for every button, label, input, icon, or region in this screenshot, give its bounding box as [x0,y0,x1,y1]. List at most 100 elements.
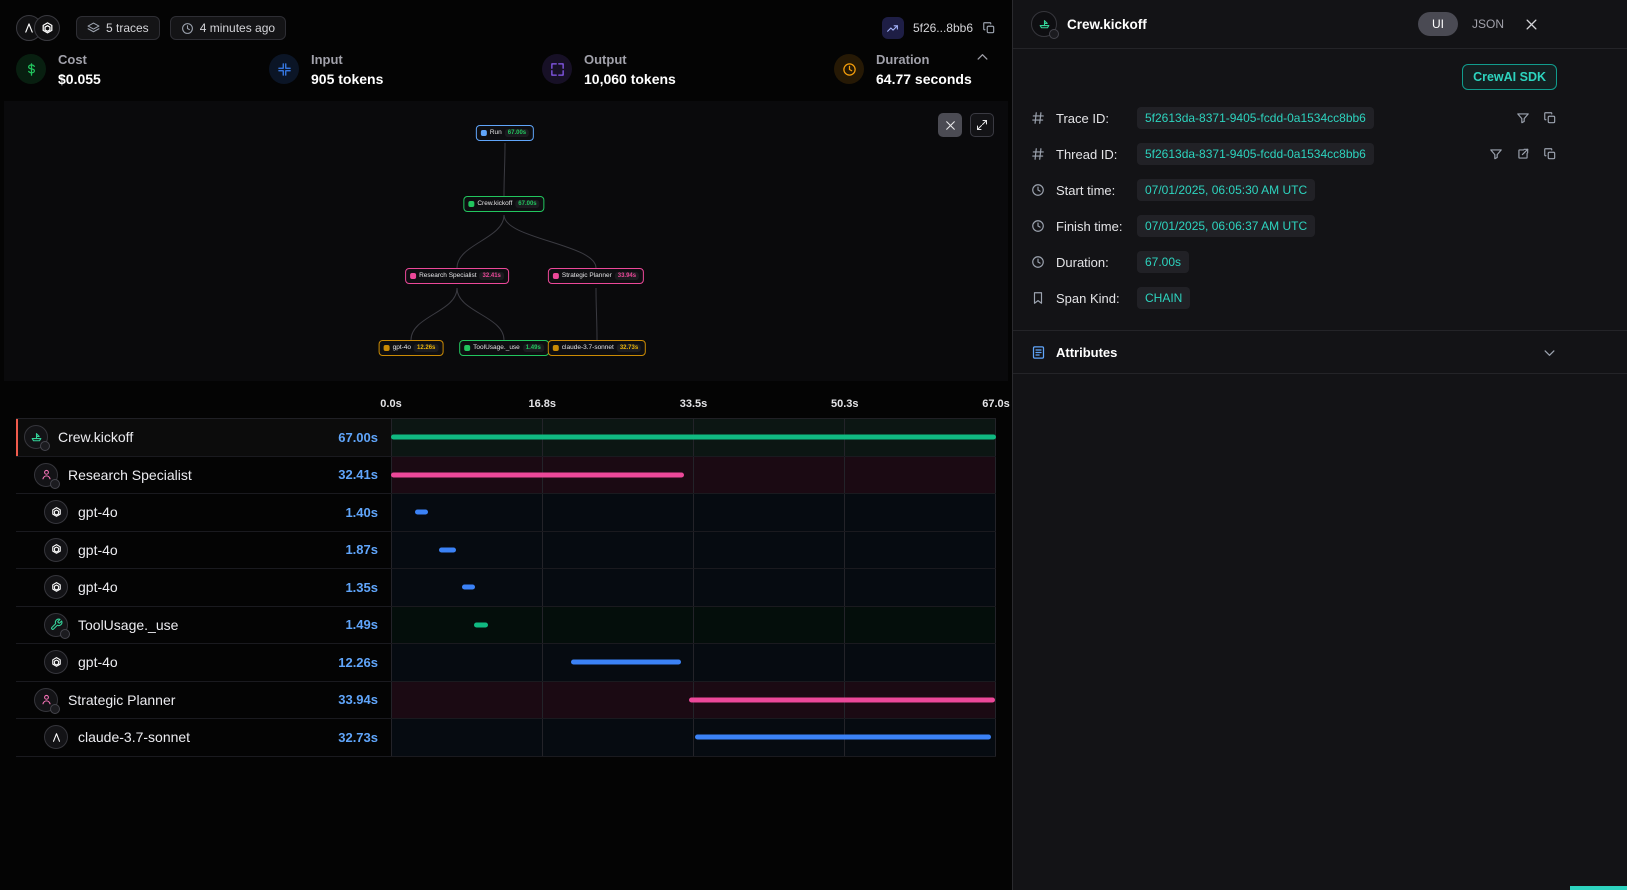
graph-node-claude[interactable]: claude-3.7-sonnet32.73s [548,340,646,356]
external-icon[interactable] [1516,147,1530,161]
copy-icon[interactable] [1543,147,1557,161]
field-value: 07/01/2025, 06:05:30 AM UTC [1137,179,1315,201]
sdk-badge-dot [60,629,70,639]
field-span-kind: Span Kind:CHAIN [1031,280,1557,316]
waterfall-row-gpt-4o[interactable]: gpt-4o1.87s [16,532,996,570]
clock-icon [834,54,864,84]
crew-icon [1031,11,1057,37]
span-bar [391,472,684,477]
tab-json[interactable]: JSON [1472,17,1504,31]
tab-ui[interactable]: UI [1418,12,1458,36]
waterfall-row-research-specialist[interactable]: Research Specialist32.41s [16,457,996,495]
stat-label: Input [311,52,383,67]
stats-row: Cost $0.055 Input905 tokensOutput10,060 to… [0,48,1012,101]
stat-input: Input905 tokens [269,52,542,87]
stat-value: $0.055 [58,71,101,87]
node-duration: 32.73s [617,344,641,352]
axis-tick: 16.8s [528,398,556,410]
detail-header: Crew.kickoff UI JSON [1013,0,1627,48]
field-actions [1489,147,1557,161]
span-duration: 32.73s [338,730,391,745]
stat-label: Cost [58,52,101,67]
filter-icon[interactable] [1516,111,1530,125]
timeline-track [391,644,996,681]
span-label-cell: Research Specialist32.41s [16,463,391,487]
graph-node-tool[interactable]: ToolUsage._use1.49s [459,340,549,356]
span-duration: 1.49s [345,617,391,632]
span-fields: Trace ID:5f2613da-8371-9405-fcdd-0a1534c… [1013,98,1627,322]
openai-icon [44,650,68,674]
clock-icon [1031,219,1047,233]
graph-node-gpt4o[interactable]: gpt-4o12.26s [379,340,444,356]
field-trace-id: Trace ID:5f2613da-8371-9405-fcdd-0a1534c… [1031,100,1557,136]
sdk-badge-dot [50,704,60,714]
waterfall-row-gpt-4o[interactable]: gpt-4o12.26s [16,644,996,682]
span-name: gpt-4o [78,579,118,595]
node-name: Research Specialist [419,273,476,280]
span-label-cell: gpt-4o1.40s [16,500,391,524]
timeline-track [391,569,996,606]
anthropic-icon [44,725,68,749]
node-name: Crew.kickoff [477,201,512,208]
waterfall-row-gpt-4o[interactable]: gpt-4o 1.35s [16,569,996,607]
stat-value: 64.77 seconds [876,71,972,87]
node-dot [481,130,487,136]
attributes-section[interactable]: Attributes [1013,330,1627,374]
stat-output: Output10,060 tokens [542,52,834,87]
waterfall-row-toolusage-use[interactable]: ToolUsage._use1.49s [16,607,996,645]
waterfall-row-crew-kickoff[interactable]: Crew.kickoff67.00s [16,419,996,457]
graph-node-strategic[interactable]: Strategic Planner33.94s [548,268,644,284]
sdk-badge: CrewAI SDK [1462,64,1557,90]
node-name: Strategic Planner [562,273,612,280]
span-bar [474,622,487,627]
node-name: ToolUsage._use [473,345,520,352]
traces-count-label: 5 traces [106,21,149,35]
waterfall: 0.0s16.8s33.5s50.3s67.0s Crew.kickoff67.… [16,396,996,757]
provider-avatars [16,15,60,41]
trace-graph[interactable]: Run67.00s Crew.kickoff67.00s Research Spec… [4,101,1008,381]
field-value: 67.00s [1137,251,1189,273]
graph-node-crew[interactable]: Crew.kickoff67.00s [463,196,544,212]
main-panel: 5 traces 4 minutes ago 5f26...8bb6 Cost$… [0,0,1012,890]
span-duration: 1.35s [345,580,391,595]
collapse-stats-button[interactable] [975,50,990,65]
clock-icon [1031,183,1047,197]
detail-panel: Crew.kickoff UI JSON CrewAI SDK Trace ID… [1012,0,1627,890]
close-graph-button[interactable] [938,113,962,137]
attributes-label: Attributes [1056,345,1117,360]
clock-icon [181,22,194,35]
trace-chart-icon[interactable] [882,17,904,39]
node-dot [464,345,470,351]
field-label: Thread ID: [1056,147,1128,162]
traces-count-chip[interactable]: 5 traces [76,16,160,40]
waterfall-row-strategic-planner[interactable]: Strategic Planner33.94s [16,682,996,720]
span-name: Research Specialist [68,467,192,483]
filter-icon[interactable] [1489,147,1503,161]
graph-node-run[interactable]: Run67.00s [476,125,534,141]
span-bar [462,585,474,590]
close-panel-button[interactable] [1524,17,1539,32]
waterfall-row-gpt-4o[interactable]: gpt-4o1.40s [16,494,996,532]
node-dot [553,345,559,351]
graph-node-research[interactable]: Research Specialist32.41s [405,268,509,284]
span-duration: 33.94s [338,692,391,707]
expand-graph-button[interactable] [970,113,994,137]
sdk-badge-dot [40,441,50,451]
copy-icon[interactable] [982,21,996,35]
app-root: 5 traces 4 minutes ago 5f26...8bb6 Cost$… [0,0,1627,890]
waterfall-row-claude-3-7-sonnet[interactable]: claude-3.7-sonnet32.73s [16,719,996,757]
agent-icon [34,688,58,712]
span-label-cell: ToolUsage._use1.49s [16,613,391,637]
timeline-track [391,419,996,456]
copy-icon[interactable] [1543,111,1557,125]
sdk-badge-dot [50,479,60,489]
openai-logo-icon [34,15,60,41]
span-title: Crew.kickoff [1067,17,1408,32]
span-label-cell: Strategic Planner33.94s [16,688,391,712]
stat-label: Output [584,52,676,67]
node-duration: 33.94s [615,272,639,280]
field-label: Start time: [1056,183,1128,198]
field-label: Finish time: [1056,219,1128,234]
sdk-row: CrewAI SDK [1013,49,1627,98]
scrollbar-thumb[interactable] [1570,886,1627,890]
